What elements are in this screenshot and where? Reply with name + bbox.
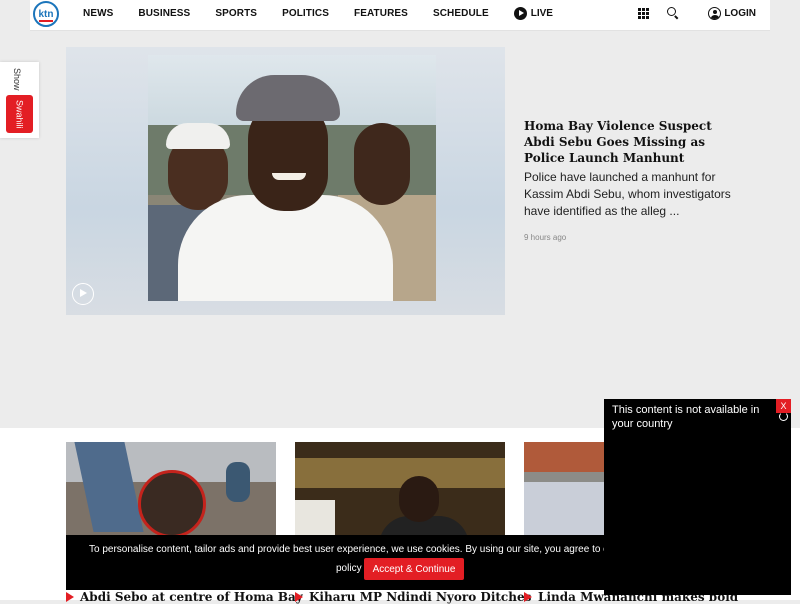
search-icon[interactable]: [667, 7, 679, 19]
nav-schedule[interactable]: SCHEDULE: [433, 8, 489, 19]
cookie-policy-link[interactable]: policy: [336, 563, 362, 574]
featured-timestamp: 9 hours ago: [524, 233, 567, 242]
close-icon[interactable]: X: [776, 399, 791, 413]
nav-features[interactable]: FEATURES: [354, 8, 408, 19]
featured-photo: [148, 55, 436, 301]
language-show-label: Show: [12, 68, 22, 91]
user-icon: [708, 6, 722, 20]
ktn-logo[interactable]: ktn: [33, 1, 59, 27]
nav-news[interactable]: NEWS: [83, 8, 113, 19]
video-unavailable-message: This content is not available in your co…: [612, 404, 760, 430]
live-label: LIVE: [530, 7, 553, 19]
video-popup: This content is not available in your co…: [604, 399, 791, 595]
featured-video-thumbnail[interactable]: [66, 47, 505, 315]
language-toggle[interactable]: Show Swahili: [0, 62, 39, 138]
play-icon[interactable]: [72, 283, 94, 305]
logo-text: ktn: [38, 8, 54, 20]
nav-sports[interactable]: SPORTS: [215, 8, 257, 19]
header-tools: LOGIN: [638, 0, 756, 26]
top-navigation-bar: ktn NEWS BUSINESS SPORTS POLITICS FEATUR…: [30, 0, 770, 31]
cookie-text: To personalise content, tailor ads and p…: [89, 544, 606, 555]
login-label: LOGIN: [724, 7, 756, 19]
card-title-2[interactable]: Kiharu MP Ndindi Nyoro Ditches: [295, 590, 531, 604]
card-title-1[interactable]: Abdi Sebo at centre of Homa Bay: [66, 590, 303, 604]
play-triangle-icon: [295, 592, 303, 602]
play-triangle-icon: [66, 592, 74, 602]
featured-summary: Police have launched a manhunt for Kassi…: [524, 170, 731, 218]
login-button[interactable]: LOGIN: [708, 6, 756, 20]
nav-business[interactable]: BUSINESS: [138, 8, 190, 19]
apps-grid-icon[interactable]: [638, 7, 650, 19]
nav-politics[interactable]: POLITICS: [282, 8, 329, 19]
featured-headline[interactable]: Homa Bay Violence Suspect Abdi Sebu Goes…: [524, 118, 742, 166]
swahili-button[interactable]: Swahili: [6, 95, 33, 133]
main-nav: NEWS BUSINESS SPORTS POLITICS FEATURES S…: [83, 0, 553, 26]
nav-live[interactable]: LIVE: [513, 6, 553, 20]
accept-cookies-button[interactable]: Accept & Continue: [364, 558, 464, 580]
loading-spinner-icon: [779, 412, 788, 421]
play-triangle-icon: [524, 592, 532, 602]
play-icon: [513, 6, 527, 20]
cookie-banner: To personalise content, tailor ads and p…: [66, 535, 606, 590]
